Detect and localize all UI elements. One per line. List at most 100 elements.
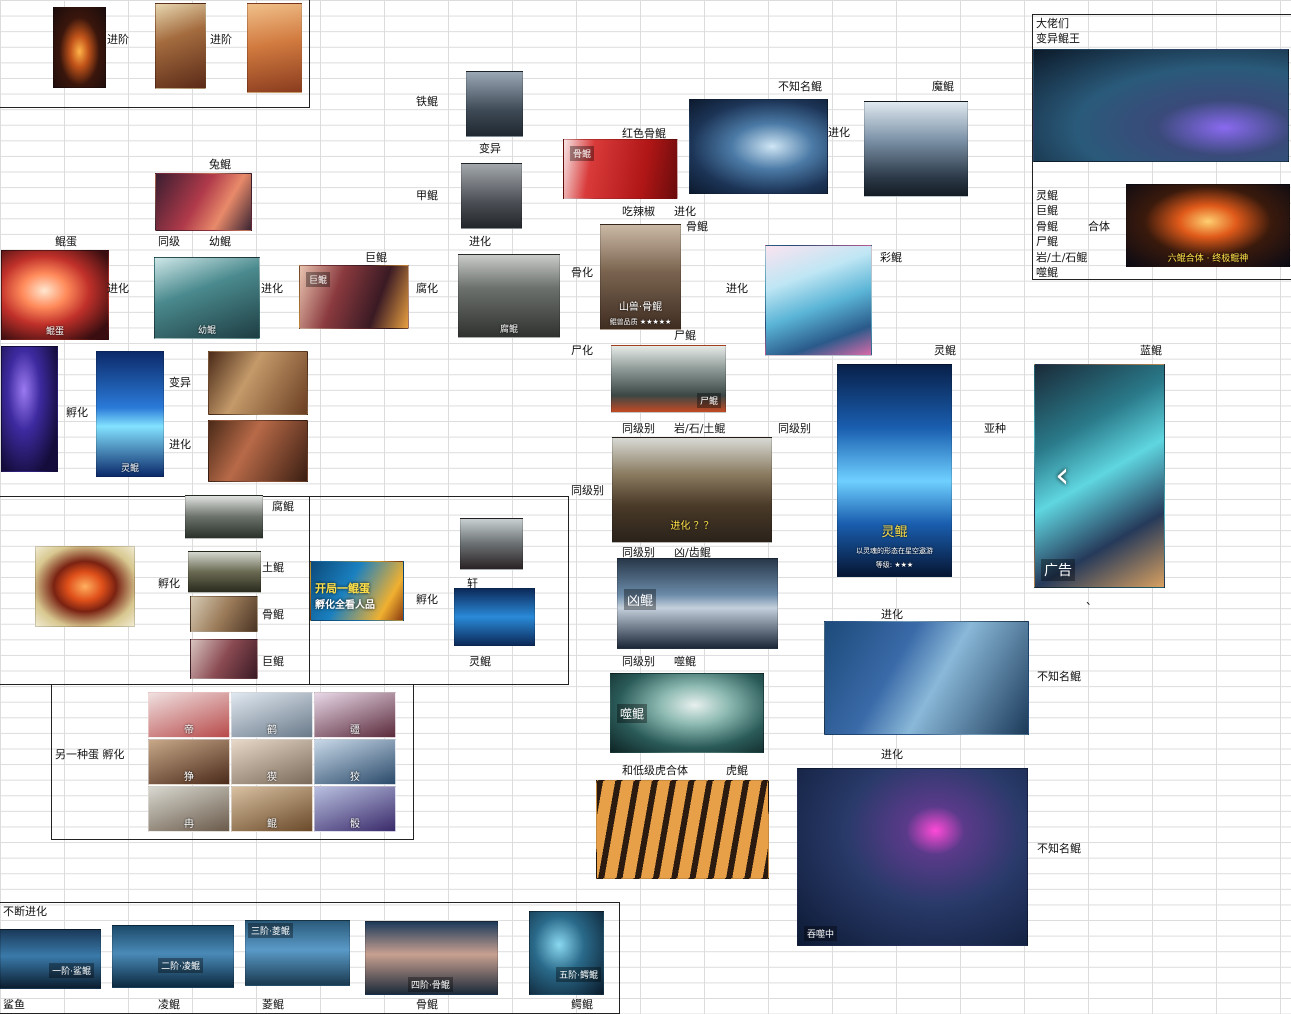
- red-bone-kun-image: 骨鲲: [563, 139, 678, 199]
- young-kun-caption: 幼鲲: [197, 326, 216, 336]
- unknown-whale-image: [689, 99, 828, 194]
- bone-kun-box-label: 骨鲲: [262, 608, 284, 621]
- corpse-label: 尸化: [571, 344, 593, 357]
- giant-card-image: [208, 420, 308, 482]
- evolve-bone-label: 进化: [726, 282, 748, 295]
- devour-kun-label: 噬鲲: [674, 655, 696, 668]
- spirit-kun-card-image: [454, 588, 535, 646]
- devouring-tag: 吞噬中: [804, 926, 838, 941]
- start-egg-banner-image: 开局一鲲蛋 孵化全看人品: [310, 561, 404, 621]
- bone-kun-top-label: 骨鲲: [686, 220, 708, 233]
- stage-4-tag: 四阶·骨鲲: [408, 977, 453, 992]
- evolve-young-label: 进化: [261, 282, 283, 295]
- grid-cell-6: 狡: [314, 739, 396, 785]
- iron-kun-label: 铁鲲: [416, 95, 438, 108]
- spirit-kun-big-sub: 以灵魂的形态在星空遨游: [856, 547, 933, 555]
- ferocious-kun-tag: 凶鲲: [624, 589, 657, 610]
- croc-kun-label: 鳄鲲: [571, 998, 593, 1011]
- kun-egg-image: 鲲蛋: [1, 250, 109, 340]
- rabbit-kun-label: 兔鲲: [209, 158, 231, 171]
- subspecies-label: 亚种: [984, 422, 1006, 435]
- rock-kun-tag: 进化 ？？: [670, 521, 714, 532]
- spirit-kun-box-label: 灵鲲: [469, 655, 491, 668]
- same-level-label-1: 同级: [158, 235, 180, 248]
- same-level-6-label: 同级别: [622, 655, 655, 668]
- fusion-list-6: 噬鲲: [1036, 266, 1058, 279]
- spirit-kun-right-label: 灵鲲: [934, 344, 956, 357]
- armor-kun-label: 甲鲲: [416, 189, 438, 202]
- red-bone-tag: 骨鲲: [570, 146, 595, 161]
- dragon-blue-image: [824, 621, 1029, 735]
- rot-kun-small-image: [185, 495, 263, 539]
- ling-kun-2-image: 三阶·菱鲲: [245, 920, 350, 986]
- grid-cell-2: 鹤: [231, 692, 313, 738]
- mutate-label: 变异: [479, 142, 501, 155]
- iron-kun-image: [466, 71, 523, 137]
- kun-egg-caption: 鲲蛋: [45, 327, 64, 337]
- chevron-left-icon[interactable]: ‹: [1055, 455, 1069, 496]
- mutate-2-label: 变异: [169, 376, 191, 389]
- bone-kun-card-stars: 鲲兽品质 ★★★★★: [609, 318, 672, 326]
- dragon-image: [247, 3, 302, 93]
- earth-kun-box-label: 土鲲: [262, 561, 284, 574]
- dark-purple-egg-image: [1, 346, 58, 472]
- fusion-caption: 六鲲合体 · 终极鲲神: [1167, 254, 1249, 264]
- tiger-fusion-label: 和低级虎合体: [622, 764, 688, 777]
- corpse-kun-image: 尸鲲: [611, 345, 726, 413]
- ad-badge: 广告: [1041, 559, 1075, 581]
- demon-kun-label: 魔鲲: [932, 80, 954, 93]
- ling-kun-b2-label: 菱鲲: [262, 998, 284, 1011]
- same-level-4-label: 同级别: [571, 484, 604, 497]
- start-egg-banner-sub: 孵化全看人品: [315, 600, 375, 611]
- grid-cell-8: 鲲: [231, 786, 313, 832]
- fusion-list-5: 岩/土/石鲲: [1036, 251, 1088, 264]
- spirit-kun-big-image: 灵鲲 以灵魂的形态在星空遨游 等级: ★★★: [837, 364, 952, 577]
- bone-kun-card-caption: 山兽·骨鲲: [618, 302, 663, 313]
- start-egg-banner-title: 开局一鲲蛋: [315, 582, 370, 595]
- rot-kun-image: 腐鲲: [458, 254, 560, 338]
- evolve-r2-label: 进化: [881, 748, 903, 761]
- demon-kun-image: [864, 101, 968, 197]
- spirit-kun-big-stars: 等级: ★★★: [875, 561, 914, 569]
- evolve-whale-label: 进化: [828, 126, 850, 139]
- bone-label: 骨化: [571, 266, 593, 279]
- unknown-r2-label: 不知名鲲: [1037, 842, 1081, 855]
- croc-kun-image: 五阶·鳄鲲: [529, 911, 604, 995]
- hatch-label: 孵化: [66, 406, 88, 419]
- evolve-chili-label: 进化: [674, 205, 696, 218]
- same-level-2-label: 同级别: [622, 422, 655, 435]
- rainbow-kun-label: 彩鲲: [880, 251, 902, 264]
- bone-kun-bottom-label: 骨鲲: [416, 998, 438, 1011]
- rot-kun-caption: 腐鲲: [499, 325, 518, 335]
- rock-kun-image: 进化 ？？: [612, 437, 772, 543]
- giant-kun-tag: 巨鲲: [306, 272, 331, 287]
- giant-kun-box-label: 巨鲲: [262, 655, 284, 668]
- armor-kun-image: [461, 163, 522, 229]
- other-egg-label: 另一种蛋 孵化: [55, 748, 125, 761]
- keep-evolving-label: 不断进化: [3, 905, 47, 918]
- fusion-label: 合体: [1088, 220, 1110, 233]
- giant-kun-label: 巨鲲: [365, 251, 387, 264]
- corpse-kun-tag: 尸鲲: [696, 393, 721, 408]
- advance-label-2: 进阶: [210, 33, 232, 46]
- tiger-kun-label: 虎鲲: [726, 764, 748, 777]
- hatch-box2-label: 孵化: [416, 593, 438, 606]
- earth-kun-small-image: [188, 551, 261, 593]
- tiger-kun-image: [596, 780, 769, 879]
- stage-1-tag: 一阶·鲨鲲: [49, 963, 94, 978]
- rainbow-kun-image: [765, 245, 872, 356]
- kun-egg-label: 鲲蛋: [55, 235, 77, 248]
- mutant-king-image: [1033, 49, 1289, 162]
- rock-kun-label: 岩/石/土鲲: [674, 422, 726, 435]
- ling-kun-image: 二阶·凌鲲: [112, 925, 234, 988]
- grid-cell-9: 骰: [314, 786, 396, 832]
- fire-egg-image: [35, 546, 135, 627]
- corpse-kun-label: 尸鲲: [674, 329, 696, 342]
- dot-label: 、: [1086, 594, 1097, 607]
- grid-cell-1: 帝: [148, 692, 230, 738]
- hatch-box-label: 孵化: [158, 577, 180, 590]
- unknown-r1-label: 不知名鲲: [1037, 670, 1081, 683]
- stage-5-tag: 五阶·鳄鲲: [556, 967, 601, 982]
- top-right-title-2: 变异鲲王: [1036, 32, 1080, 45]
- fusion-list-1: 灵鲲: [1036, 189, 1058, 202]
